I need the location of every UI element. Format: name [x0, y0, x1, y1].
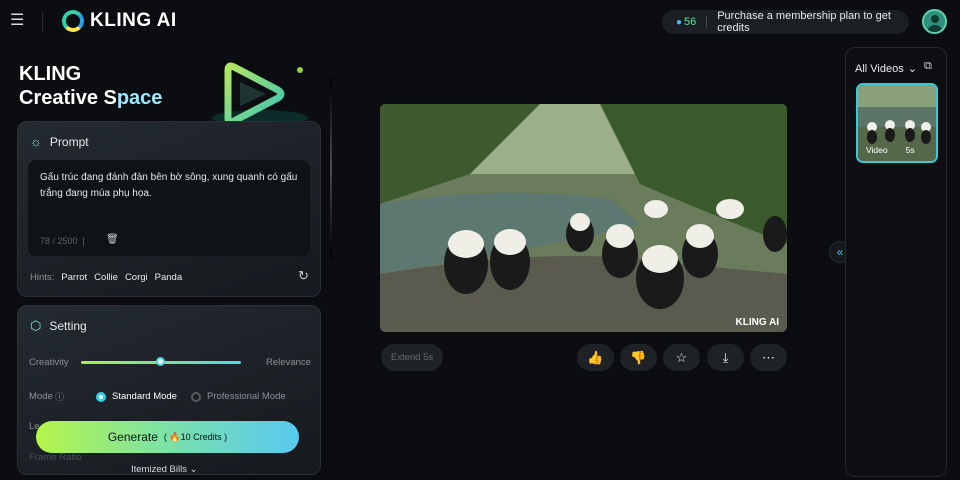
extend-button[interactable]: Extend 5s: [381, 344, 443, 371]
download-icon[interactable]: ⤓: [707, 344, 744, 371]
thumbnail-label: Video 5s: [866, 145, 915, 155]
hint-parrot[interactable]: Parrot: [61, 272, 87, 283]
credit-count: 56: [684, 16, 697, 28]
flame-icon: 🔥: [169, 431, 181, 442]
setting-title: Setting: [49, 319, 87, 333]
prompt-header: ☼ Prompt: [30, 134, 89, 149]
more-icon[interactable]: ⋯: [750, 344, 787, 371]
thumbs-up-icon[interactable]: 👍: [577, 344, 614, 371]
mode-label: Mode: [29, 391, 53, 402]
all-videos-dropdown[interactable]: All Videos ⌄: [855, 62, 917, 76]
membership-pill[interactable]: ● 56 Purchase a membership plan to get c…: [662, 10, 909, 34]
credit-drop-icon: ●: [676, 16, 683, 28]
hints: Hints: Parrot Collie Corgi Panda: [30, 272, 182, 283]
pill-divider: [706, 16, 708, 28]
brand-name: KLING AI: [90, 10, 177, 31]
prompt-panel: ☼ Prompt Gấu trúc đang đánh đàn bên bờ s…: [17, 121, 321, 297]
hint-corgi[interactable]: Corgi: [125, 272, 148, 283]
radio-dot-selected: [96, 391, 106, 402]
hints-label: Hints:: [30, 272, 55, 283]
char-count-value: 78 / 2500: [40, 236, 78, 246]
multi-select-icon[interactable]: ⧉: [924, 60, 932, 73]
sun-icon: ☼: [30, 134, 42, 149]
video-watermark: KLING AI: [735, 317, 779, 328]
hero-subtitle-part1: Creative S: [19, 87, 117, 109]
hero-play-art: [212, 62, 308, 126]
logo-mark-icon: [62, 10, 84, 32]
radio-professional-mode[interactable]: Professional Mode: [191, 391, 286, 402]
prompt-text[interactable]: Gấu trúc đang đánh đàn bên bờ sông, xung…: [40, 170, 302, 202]
hero-subtitle: Creative Space: [19, 85, 162, 111]
video-player[interactable]: KLING AI: [380, 104, 787, 332]
generate-credits: ( 🔥10 Credits ): [163, 431, 228, 442]
prompt-input[interactable]: Gấu trúc đang đánh đàn bên bờ sông, xung…: [28, 160, 310, 256]
frame-ratio-label: Frame Ratio: [29, 452, 82, 463]
slider-handle[interactable]: [156, 357, 165, 366]
generate-button[interactable]: Generate ( 🔥10 Credits ): [36, 421, 299, 453]
standard-mode-label: Standard Mode: [112, 391, 177, 402]
refresh-icon[interactable]: ↻: [298, 268, 309, 284]
info-icon[interactable]: ⓘ: [55, 390, 64, 403]
chevron-down-icon: ⌄: [907, 63, 917, 75]
itemized-bills-label: Itemized Bills: [131, 464, 187, 475]
menu-icon[interactable]: ☰: [10, 12, 28, 30]
divider: [42, 12, 43, 32]
hint-panda[interactable]: Panda: [155, 272, 182, 283]
radio-standard-mode[interactable]: Standard Mode: [96, 391, 177, 402]
hexagon-icon: ⬡: [30, 318, 42, 333]
char-count: 78 / 2500 |: [40, 236, 85, 246]
trash-icon[interactable]: 🗑: [106, 234, 119, 245]
videos-rail: All Videos ⌄ ⧉ Video 5s: [845, 47, 947, 477]
star-icon[interactable]: ☆: [663, 344, 700, 371]
divider-glow: [330, 78, 332, 258]
radio-dot: [191, 391, 201, 402]
all-videos-label: All Videos: [855, 62, 904, 75]
prompt-title: Prompt: [49, 134, 89, 149]
video-thumbnail[interactable]: Video 5s: [856, 83, 938, 163]
thumbnail-duration: 5s: [905, 145, 915, 155]
hint-collie[interactable]: Collie: [94, 272, 118, 283]
thumbnail-type: Video: [866, 145, 888, 155]
creativity-label: Creativity: [29, 357, 69, 368]
top-bar: ☰ KLING AI ● 56 Purchase a membership pl…: [0, 0, 960, 44]
hero-subtitle-part2: pace: [116, 87, 163, 109]
professional-mode-label: Professional Mode: [207, 391, 286, 402]
itemized-bills-dropdown[interactable]: Itemized Bills ⌄: [131, 464, 198, 475]
logo[interactable]: KLING AI: [62, 10, 177, 32]
generate-credits-value: 10 Credits: [180, 431, 222, 442]
avatar[interactable]: [922, 9, 947, 34]
thumbs-down-icon[interactable]: 👎: [620, 344, 657, 371]
generate-label: Generate: [107, 430, 158, 444]
membership-text: Purchase a membership plan to get credit…: [717, 10, 891, 34]
setting-header: ⬡ Setting: [30, 318, 87, 334]
relevance-label: Relevance: [266, 357, 311, 368]
hero-title: KLING: [19, 63, 82, 85]
video-frame: [380, 104, 787, 332]
chevron-down-icon: ⌄: [189, 464, 198, 475]
